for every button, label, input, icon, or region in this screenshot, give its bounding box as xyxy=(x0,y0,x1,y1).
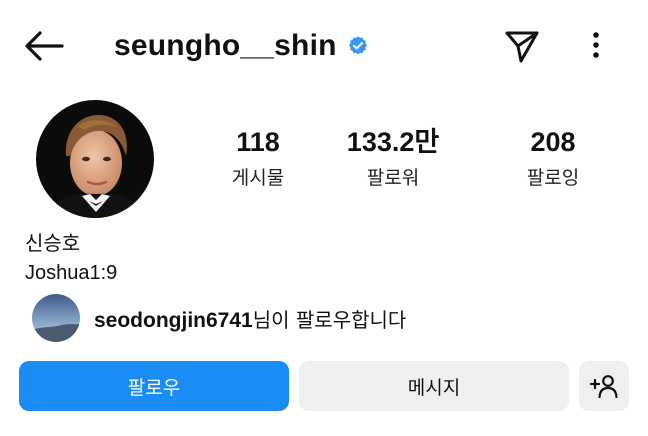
followed-by-text: seodongjin6741님이 팔로우합니다 xyxy=(94,304,406,333)
avatar-photo xyxy=(36,100,154,218)
add-person-icon xyxy=(589,375,618,399)
stat-posts[interactable]: 118 게시물 xyxy=(188,125,328,193)
following-label: 팔로잉 xyxy=(526,167,580,189)
mutual-avatar-photo xyxy=(32,294,80,342)
posts-count: 118 xyxy=(236,127,280,157)
verified-badge-icon xyxy=(348,36,367,55)
profile-header: seungho__shin xyxy=(0,0,648,90)
following-count: 208 xyxy=(530,127,576,157)
username-title: seungho__shin xyxy=(114,24,369,68)
profile-avatar[interactable] xyxy=(36,100,154,218)
followed-by-row[interactable]: seodongjin6741님이 팔로우합니다 xyxy=(32,293,406,343)
suggest-users-button[interactable] xyxy=(579,361,629,411)
back-arrow-icon xyxy=(25,31,64,61)
more-options-button[interactable] xyxy=(580,26,612,66)
mutual-follower-username[interactable]: seodongjin6741 xyxy=(94,309,253,332)
profile-full-name: 신승호 xyxy=(25,231,81,255)
send-message-button[interactable] xyxy=(500,24,544,68)
more-vert-icon xyxy=(593,32,599,58)
send-icon xyxy=(505,31,539,63)
back-button[interactable] xyxy=(22,26,66,66)
posts-label: 게시물 xyxy=(231,167,285,189)
followers-count: 133.2만 xyxy=(346,127,440,157)
profile-username: seungho__shin xyxy=(114,29,337,62)
followed-by-suffix: 님이 팔로우합니다 xyxy=(252,307,407,332)
stat-following[interactable]: 208 팔로잉 xyxy=(483,125,623,193)
profile-stats: 118 게시물 133.2만 팔로워 208 팔로잉 xyxy=(200,125,620,205)
message-button[interactable]: 메시지 xyxy=(299,361,569,411)
followers-label: 팔로워 xyxy=(366,167,420,189)
mutual-follower-avatar[interactable] xyxy=(32,294,80,342)
profile-bio: Joshua1:9 xyxy=(25,262,118,284)
follow-button[interactable]: 팔로우 xyxy=(19,361,289,411)
stat-followers[interactable]: 133.2만 팔로워 xyxy=(323,125,463,193)
